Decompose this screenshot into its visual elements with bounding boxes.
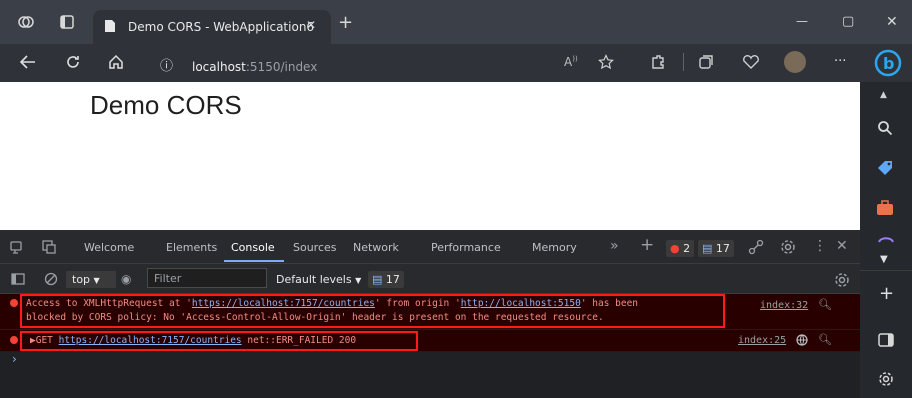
inspect-element-icon[interactable] [42, 240, 56, 254]
shopping-tag-icon[interactable] [876, 160, 894, 176]
console-filter-input[interactable]: Filter [147, 268, 267, 288]
console-prompt[interactable]: › [12, 352, 17, 366]
games-icon[interactable] [878, 236, 894, 244]
more-menu-icon[interactable]: ··· [834, 54, 846, 69]
url-path: :5150/index [245, 60, 318, 74]
devtools-menu-icon[interactable]: ⋮ [813, 238, 827, 254]
scroll-up-icon[interactable]: ▲ [880, 90, 887, 100]
minimize-button[interactable]: — [796, 14, 808, 28]
message-count: 17 [715, 242, 730, 255]
error-origin-url[interactable]: http://localhost:5150 [461, 298, 581, 309]
home-icon[interactable] [108, 54, 124, 70]
error-line-2: blocked by CORS policy: No 'Access-Contr… [26, 312, 604, 323]
tools-briefcase-icon[interactable] [876, 200, 894, 216]
favorite-star-icon[interactable] [598, 54, 614, 70]
back-icon[interactable] [20, 55, 36, 69]
url-text[interactable]: localhost:5150/index [192, 56, 317, 75]
error-count-badge[interactable]: ● 2 [666, 240, 695, 257]
network-error-line: ▶GET https://localhost:7157/countries ne… [30, 335, 356, 346]
more-tabs-icon[interactable]: » [610, 238, 619, 254]
context-label: top ▼ [72, 273, 100, 286]
request-url[interactable]: https://localhost:7157/countries [59, 335, 242, 346]
error-text-prefix: Access to XMLHttpRequest at ' [26, 298, 192, 309]
active-tab-indicator [224, 260, 284, 262]
hide-sidebar-icon[interactable] [878, 333, 894, 347]
devtools-settings-icon[interactable] [780, 239, 796, 255]
error-count: 2 [683, 242, 691, 255]
context-value: top [72, 273, 91, 286]
refresh-icon[interactable] [65, 54, 81, 70]
request-method[interactable]: ▶GET [30, 335, 53, 346]
page-icon [104, 19, 116, 33]
tab-console[interactable]: Console [231, 241, 275, 254]
profile-avatar[interactable] [784, 51, 806, 73]
issues-badge[interactable]: ▤ 17 [368, 271, 404, 288]
clear-console-icon[interactable] [44, 272, 58, 286]
url-host: localhost [192, 60, 246, 74]
tab-actions-icon[interactable] [60, 15, 74, 29]
error-request-url[interactable]: https://localhost:7157/countries [192, 298, 375, 309]
read-aloud-icon[interactable]: A)) [564, 55, 578, 69]
tab-network[interactable]: Network [353, 241, 399, 254]
new-tab-button[interactable]: + [338, 12, 353, 33]
tab-welcome[interactable]: Welcome [84, 241, 134, 254]
close-devtools-icon[interactable]: ✕ [836, 238, 848, 254]
page-heading: Demo CORS [90, 90, 242, 120]
maximize-button[interactable]: ▢ [842, 14, 854, 29]
console-settings-icon[interactable] [834, 272, 850, 288]
search-icon[interactable] [877, 120, 893, 136]
levels-label: Default levels [276, 273, 352, 286]
site-info-icon[interactable]: ⓘ [160, 55, 173, 74]
log-levels-dropdown[interactable]: Default levels ▼ [276, 273, 361, 286]
copilot-heart-icon[interactable] [742, 54, 760, 70]
sidebar-divider [860, 270, 912, 271]
error-text-mid: ' from origin ' [374, 298, 461, 309]
tab-elements[interactable]: Elements [166, 241, 217, 254]
error-icon [10, 299, 18, 307]
search-icon-row1[interactable]: 🔍︎ [818, 298, 832, 311]
scroll-down-icon[interactable]: ▼ [880, 254, 888, 265]
tab-title: Demo CORS - WebApplication6 [128, 20, 315, 34]
device-emulation-icon[interactable] [10, 240, 24, 254]
extensions-icon[interactable] [650, 54, 666, 70]
bing-icon[interactable]: b [874, 49, 902, 77]
error-line-1: Access to XMLHttpRequest at 'https://loc… [26, 298, 638, 309]
workspaces-icon[interactable] [18, 14, 34, 30]
add-tool-icon[interactable]: + [640, 235, 654, 255]
tab-memory[interactable]: Memory [532, 241, 577, 254]
error-text-suffix: ' has been [580, 298, 639, 309]
sidebar-toggle-icon[interactable] [11, 273, 25, 285]
live-expression-eye-icon[interactable]: ◉ [121, 272, 131, 286]
error-icon-row2 [10, 336, 18, 344]
tab-performance[interactable]: Performance [431, 241, 501, 254]
tab-close-icon[interactable]: ✕ [306, 18, 316, 32]
issues-count: 17 [385, 273, 400, 286]
search-icon-row2[interactable]: 🔍︎ [818, 333, 832, 346]
message-count-badge[interactable]: ▤ 17 [698, 240, 734, 257]
tab-sources[interactable]: Sources [293, 241, 337, 254]
network-globe-icon[interactable] [796, 334, 808, 346]
source-link-index-25[interactable]: index:25 [738, 335, 786, 346]
request-status: net::ERR_FAILED 200 [247, 335, 357, 346]
source-link-index-32[interactable]: index:32 [760, 300, 808, 311]
svg-text:b: b [883, 54, 894, 73]
connect-icon[interactable] [748, 239, 764, 255]
collections-icon[interactable] [698, 54, 714, 70]
add-sidebar-app-icon[interactable]: + [879, 283, 894, 304]
toolbar-divider [683, 53, 684, 71]
sidebar-settings-icon[interactable] [878, 371, 894, 387]
close-window-button[interactable]: ✕ [886, 14, 898, 30]
